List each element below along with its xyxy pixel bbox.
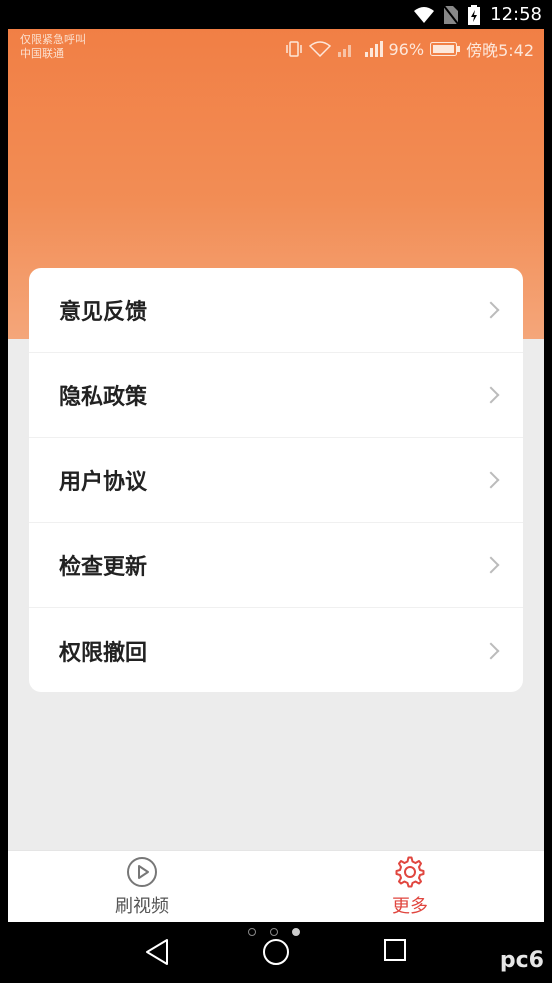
menu-item-feedback[interactable]: 意见反馈 (29, 268, 523, 353)
app-screen: 仅限紧急呼叫 中国联通 96% 傍晚5:42 意见反馈 隐私政策 用户协议 检查… (8, 29, 544, 922)
bottom-tab-bar: 刷视频 更多 (8, 850, 544, 922)
device-status-bar: 12:58 (0, 0, 552, 29)
device-clock: 12:58 (490, 4, 542, 25)
recents-icon[interactable] (383, 938, 407, 962)
menu-item-check-update[interactable]: 检查更新 (29, 523, 523, 608)
menu-item-label: 权限撤回 (59, 640, 148, 666)
page-indicator (248, 928, 300, 936)
gear-icon (395, 856, 425, 887)
page-dot-active (292, 928, 300, 936)
menu-item-revoke-permissions[interactable]: 权限撤回 (29, 608, 523, 692)
vibrate-icon (285, 41, 302, 57)
tab-videos[interactable]: 刷视频 (8, 851, 276, 922)
wifi-icon (308, 41, 331, 57)
wifi-icon (414, 6, 435, 23)
page-dot (248, 928, 256, 936)
signal-4g-icon (364, 41, 383, 57)
home-icon[interactable] (262, 938, 290, 966)
chevron-right-icon (482, 386, 500, 404)
tab-label: 刷视频 (115, 895, 169, 917)
no-sim-icon (444, 5, 459, 24)
chevron-right-icon (482, 556, 500, 574)
menu-item-label: 用户协议 (59, 470, 148, 495)
chevron-right-icon (482, 471, 500, 489)
menu-item-privacy-policy[interactable]: 隐私政策 (29, 353, 523, 438)
app-status-bar: 仅限紧急呼叫 中国联通 96% 傍晚5:42 (20, 33, 534, 67)
menu-item-user-agreement[interactable]: 用户协议 (29, 438, 523, 523)
back-icon[interactable] (144, 938, 170, 966)
chevron-right-icon (482, 301, 500, 319)
app-clock: 傍晚5:42 (466, 41, 534, 60)
tab-label: 更多 (392, 895, 428, 917)
menu-item-label: 检查更新 (59, 555, 148, 580)
battery-icon (430, 42, 461, 56)
menu-card: 意见反馈 隐私政策 用户协议 检查更新 权限撤回 (29, 268, 523, 692)
watermark-logo: pc6 (499, 948, 544, 973)
menu-item-label: 隐私政策 (59, 385, 148, 410)
chevron-right-icon (482, 642, 500, 659)
menu-item-label: 意见反馈 (59, 300, 148, 325)
page-dot (270, 928, 278, 936)
battery-charging-icon (468, 4, 481, 25)
tab-more[interactable]: 更多 (276, 851, 544, 922)
system-navigation-bar: pc6 (0, 922, 552, 983)
battery-percent: 96% (388, 39, 425, 59)
signal-icon (337, 45, 351, 57)
play-circle-icon (127, 856, 157, 887)
